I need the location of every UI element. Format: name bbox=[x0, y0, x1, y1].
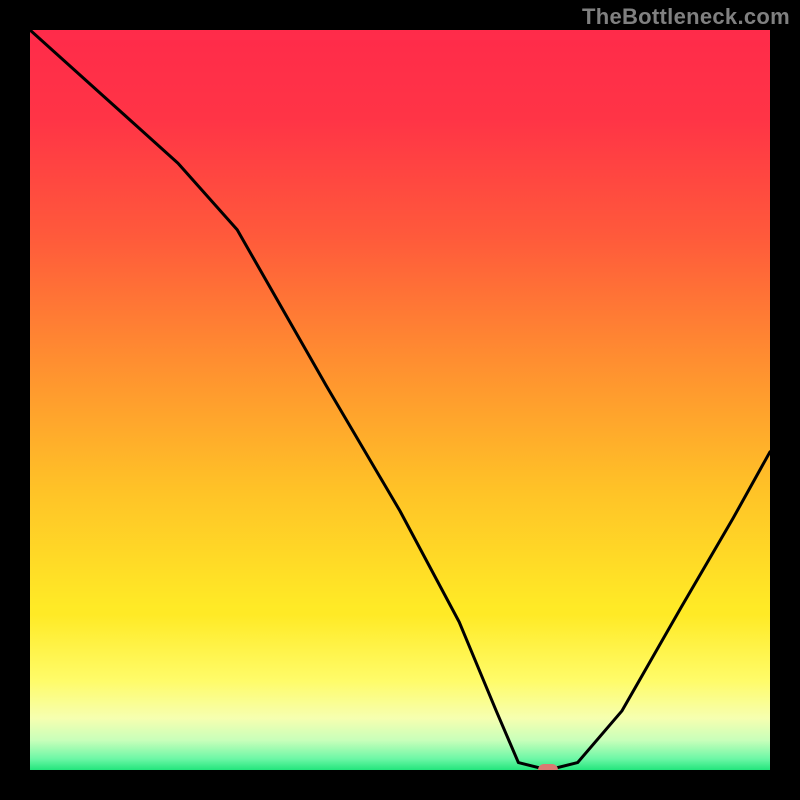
chart-frame: TheBottleneck.com bbox=[0, 0, 800, 800]
plot-area bbox=[30, 30, 770, 770]
gradient-background bbox=[30, 30, 770, 770]
optimal-point-marker bbox=[538, 764, 558, 770]
watermark-text: TheBottleneck.com bbox=[582, 4, 790, 30]
bottleneck-chart-svg bbox=[30, 30, 770, 770]
